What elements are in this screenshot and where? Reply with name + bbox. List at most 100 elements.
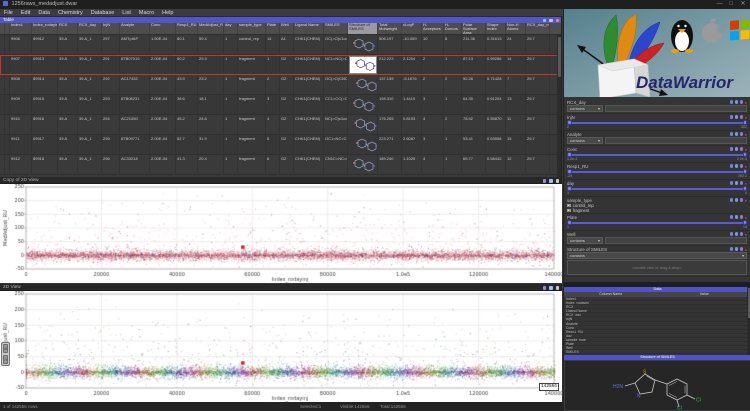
filter-close-icon[interactable]: × [745, 133, 747, 136]
column-header-shape-index[interactable]: Shape Index [486, 23, 506, 34]
filter-settings-icon[interactable] [740, 147, 744, 151]
structure-operator-dropdown[interactable]: contains▾ [567, 252, 747, 259]
view-close-icon[interactable] [556, 19, 560, 23]
marker-size-slider[interactable]: 4876 [1, 342, 10, 366]
slider-handle-max[interactable] [743, 120, 748, 125]
column-header-h-acceptors[interactable]: H-Acceptors [422, 23, 444, 34]
filter-operator-dropdown[interactable]: contains▾ [567, 137, 603, 144]
filter-checkbox-fragment[interactable]: ✓fragment [567, 208, 747, 213]
column-header-index1[interactable]: Index1 [10, 23, 32, 34]
maximize-button[interactable]: □ [726, 0, 736, 9]
filter-close-icon[interactable]: × [745, 182, 747, 185]
plot1-tab[interactable]: Copy of 2D View [0, 177, 561, 184]
filter-invert-icon[interactable] [735, 147, 739, 151]
slider-handle-min[interactable] [567, 152, 572, 157]
filter-close-icon[interactable]: × [745, 216, 747, 219]
column-header-plate[interactable]: Plate [266, 23, 280, 34]
column-header-rcx[interactable]: RCX [58, 23, 78, 34]
filter-slider[interactable] [567, 220, 747, 225]
column-header-ligand-name[interactable]: Ligand Name [294, 23, 324, 34]
checkbox-icon[interactable]: ✓ [567, 204, 571, 208]
filter-invert-icon[interactable] [735, 198, 739, 202]
menu-list[interactable]: List [118, 9, 135, 17]
table-vertical-scrollbar[interactable] [557, 35, 561, 177]
table-row[interactable]: 99095991539.A39.A_12938TB082312.00E-0438… [0, 95, 561, 115]
filter-animate-icon[interactable] [730, 181, 734, 185]
filter-settings-icon[interactable] [740, 181, 744, 185]
structure-viewer[interactable]: H2N S N Cl Cl [564, 360, 750, 411]
filter-invert-icon[interactable] [735, 181, 739, 185]
slider-handle-max[interactable] [743, 220, 748, 225]
checkbox-icon[interactable]: ✓ [567, 209, 571, 213]
filter-settings-icon[interactable] [740, 232, 744, 236]
filter-invert-icon[interactable] [735, 164, 739, 168]
column-header-injn[interactable]: InjN [102, 23, 120, 34]
filter-animate-icon[interactable] [730, 132, 734, 136]
menu-file[interactable]: File [0, 9, 17, 17]
filter-settings-icon[interactable] [740, 100, 744, 104]
slider-handle-min[interactable] [567, 169, 572, 174]
column-header-structure-of-smiles[interactable]: Structure of SMILES [348, 23, 378, 34]
column-header-non-h-atoms[interactable]: Non-H Atoms [506, 23, 526, 34]
column-header-conc[interactable]: Conc [150, 23, 176, 34]
filter-close-icon[interactable]: × [745, 116, 747, 119]
filter-invert-icon[interactable] [735, 100, 739, 104]
filter-settings-icon[interactable] [740, 247, 744, 251]
column-header-clogp[interactable]: cLogP [402, 23, 422, 34]
filter-text-input[interactable] [605, 237, 747, 244]
slider-handle-min[interactable] [567, 186, 572, 191]
column-header-h-donors[interactable]: H-Donors [444, 23, 462, 34]
column-header-total-molweight[interactable]: Total Molweight [378, 23, 402, 34]
filter-animate-icon[interactable] [730, 115, 734, 119]
plot2-popup-icon[interactable] [549, 286, 553, 290]
plot1-popup-icon[interactable] [549, 179, 553, 183]
filter-close-icon[interactable]: × [745, 199, 747, 202]
plot2-tab[interactable]: 2D View [0, 284, 561, 291]
column-header-sample-type[interactable]: sample_type [238, 23, 266, 34]
filter-settings-icon[interactable] [740, 115, 744, 119]
filter-settings-icon[interactable] [740, 132, 744, 136]
menu-database[interactable]: Database [87, 9, 119, 17]
column-header-day[interactable]: day [224, 23, 238, 34]
filter-settings-icon[interactable] [740, 198, 744, 202]
filter-animate-icon[interactable] [730, 100, 734, 104]
column-header-analyte[interactable]: Analyte [120, 23, 150, 34]
filter-slider[interactable] [567, 120, 747, 125]
filter-invert-icon[interactable] [735, 247, 739, 251]
title-bar[interactable]: 1256raws_medadjust.dwar — □ ✕ [0, 0, 750, 9]
column-header-rcx-day[interactable]: RCX_day [78, 23, 102, 34]
filter-close-icon[interactable]: × [745, 248, 747, 251]
table-row[interactable]: 99105991639.A39.A_1294AC210502.00E-0445.… [0, 115, 561, 135]
table-row[interactable]: 99065991239.A39.A_1297AMTpIAP1.50E-0480.… [0, 35, 561, 55]
column-header-rcx-day-medians[interactable]: RCX_day_medians [526, 23, 550, 34]
filter-slider[interactable] [567, 186, 747, 191]
filter-close-icon[interactable]: × [745, 233, 747, 236]
plot2-config-icon[interactable] [543, 286, 547, 290]
filter-animate-icon[interactable] [730, 198, 734, 202]
filter-settings-icon[interactable] [740, 164, 744, 168]
plot1-config-icon[interactable] [543, 179, 547, 183]
filter-animate-icon[interactable] [730, 215, 734, 219]
scatter-plot-red[interactable] [0, 184, 562, 283]
menu-data[interactable]: Data [34, 9, 54, 17]
filter-close-icon[interactable]: × [745, 101, 747, 104]
column-header-index-rodayinj[interactable]: Index_rodayinj [32, 23, 58, 34]
detail-row[interactable]: SMILES [564, 350, 750, 354]
filter-slider[interactable] [567, 152, 747, 157]
menu-help[interactable]: Help [158, 9, 177, 17]
slider-handle-min[interactable] [567, 220, 572, 225]
filter-invert-icon[interactable] [735, 215, 739, 219]
table-row[interactable]: 99075991339.A39.A_12918TB070192.00E-0450… [0, 55, 561, 75]
menu-chemistry[interactable]: Chemistry [54, 9, 87, 17]
filter-animate-icon[interactable] [730, 147, 734, 151]
filter-operator-dropdown[interactable]: contains▾ [567, 105, 603, 112]
filter-slider[interactable] [567, 169, 747, 174]
table-row[interactable]: 99125991839.A39.A_1296AC332182.00E-0441.… [0, 155, 561, 175]
table-row[interactable]: 99115991739.A39.A_12958TB097712.00E-0452… [0, 135, 561, 155]
table-view-tab[interactable]: Table [0, 17, 561, 23]
column-header-polar-surface-area[interactable]: Polar Surface Area [462, 23, 486, 34]
filter-invert-icon[interactable] [735, 115, 739, 119]
filter-close-icon[interactable]: × [745, 165, 747, 168]
filter-animate-icon[interactable] [730, 232, 734, 236]
scatter-plot-rainbow[interactable] [0, 291, 562, 402]
